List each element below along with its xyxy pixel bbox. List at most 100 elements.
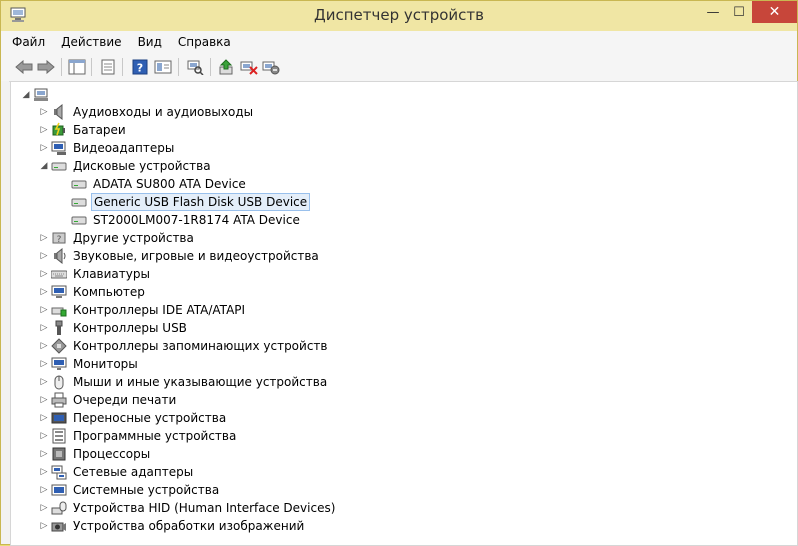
tree-item-label: Компьютер — [73, 285, 145, 299]
expand-triangle-icon[interactable]: ▷ — [39, 247, 49, 265]
left-panel-edge — [1, 81, 9, 544]
minimize-button[interactable]: — — [700, 1, 726, 23]
ide-controller-icon — [51, 302, 67, 318]
expand-triangle-icon[interactable]: ▷ — [39, 427, 49, 445]
hid-icon — [51, 500, 67, 516]
back-button[interactable] — [14, 57, 34, 77]
tree-item-keyboards[interactable]: ▷ Клавиатуры — [39, 265, 152, 283]
tree-item-computer[interactable]: ▷ Компьютер — [39, 283, 147, 301]
disk-item-usb-flash[interactable]: Generic USB Flash Disk USB Device — [69, 193, 311, 211]
close-button[interactable]: ✕ — [752, 1, 797, 23]
device-tree[interactable]: ◢ ▷ Аудиовходы и аудиовыходы ▷ Батареи ▷… — [10, 81, 798, 546]
expand-triangle-icon[interactable]: ▷ — [39, 319, 49, 337]
tree-item-label: Мыши и иные указывающие устройства — [73, 375, 328, 389]
tree-item-disk-drives[interactable]: ◢ Дисковые устройства — [39, 157, 213, 175]
tree-item-label: Клавиатуры — [73, 267, 150, 281]
disable-device-button[interactable] — [239, 57, 259, 77]
network-adapter-icon — [51, 464, 67, 480]
collapse-triangle-icon[interactable]: ◢ — [21, 86, 31, 104]
expand-triangle-icon[interactable]: ▷ — [39, 283, 49, 301]
expand-triangle-icon[interactable]: ▷ — [39, 121, 49, 139]
menu-help[interactable]: Справка — [170, 31, 239, 53]
sound-icon — [51, 248, 67, 264]
expand-triangle-icon[interactable]: ▷ — [39, 463, 49, 481]
tree-item-other-devices[interactable]: ▷ ? Другие устройства — [39, 229, 196, 247]
expand-triangle-icon[interactable]: ▷ — [39, 103, 49, 121]
update-driver-button[interactable] — [216, 57, 236, 77]
tree-item-processors[interactable]: ▷ Процессоры — [39, 445, 152, 463]
expand-triangle-icon[interactable]: ▷ — [39, 337, 49, 355]
expand-triangle-icon[interactable]: ▷ — [39, 139, 49, 157]
forward-button[interactable] — [36, 57, 56, 77]
system-device-icon — [51, 482, 67, 498]
tree-item-print-queues[interactable]: ▷ Очереди печати — [39, 391, 178, 409]
forward-icon — [37, 60, 55, 74]
tree-item-software-devices[interactable]: ▷ Программные устройства — [39, 427, 238, 445]
expand-triangle-icon[interactable]: ▷ — [39, 391, 49, 409]
other-devices-icon: ? — [51, 230, 67, 246]
menu-action[interactable]: Действие — [53, 31, 129, 53]
help-icon: ? — [132, 59, 148, 75]
tree-item-label: Сетевые адаптеры — [73, 465, 194, 479]
expand-triangle-icon[interactable]: ▷ — [39, 409, 49, 427]
expand-triangle-icon[interactable]: ▷ — [39, 499, 49, 517]
tree-item-portable-devices[interactable]: ▷ Переносные устройства — [39, 409, 228, 427]
speaker-icon — [51, 104, 67, 120]
computer-icon — [51, 284, 67, 300]
tree-item-label: Аудиовходы и аудиовыходы — [73, 105, 254, 119]
tree-item-system-devices[interactable]: ▷ Системные устройства — [39, 481, 221, 499]
tree-item-batteries[interactable]: ▷ Батареи — [39, 121, 128, 139]
tree-item-imaging[interactable]: ▷ Устройства обработки изображений — [39, 517, 306, 535]
disk-drive-icon — [51, 158, 67, 174]
tree-item-label: Процессоры — [73, 447, 151, 461]
tree-item-ide[interactable]: ▷ Контроллеры IDE ATA/ATAPI — [39, 301, 247, 319]
disk-item-adata[interactable]: ADATA SU800 ATA Device — [69, 175, 248, 193]
expand-triangle-icon[interactable]: ▷ — [39, 355, 49, 373]
toolbar-separator — [122, 58, 123, 76]
menu-view[interactable]: Вид — [130, 31, 170, 53]
battery-icon — [51, 122, 67, 138]
tree-item-network-adapters[interactable]: ▷ Сетевые адаптеры — [39, 463, 195, 481]
processor-icon — [51, 446, 67, 462]
tree-item-label: Батареи — [73, 123, 126, 137]
show-hide-tree-button[interactable] — [67, 57, 87, 77]
tree-item-sound[interactable]: ▷ Звуковые, игровые и видеоустройства — [39, 247, 321, 265]
portable-device-icon — [51, 410, 67, 426]
expand-triangle-icon[interactable]: ▷ — [39, 229, 49, 247]
tree-item-label: Устройства обработки изображений — [73, 519, 305, 533]
view-button[interactable] — [153, 57, 173, 77]
maximize-button[interactable]: ☐ — [726, 1, 752, 23]
scan-hardware-button[interactable] — [185, 57, 205, 77]
uninstall-device-button[interactable] — [261, 57, 281, 77]
expand-triangle-icon[interactable]: ▷ — [39, 265, 49, 283]
expand-triangle-icon[interactable]: ▷ — [39, 445, 49, 463]
tree-item-storage-controllers[interactable]: ▷ Контроллеры запоминающих устройств — [39, 337, 329, 355]
title-bar[interactable]: Диспетчер устройств — ☐ ✕ — [1, 1, 797, 31]
scan-hardware-icon — [187, 60, 204, 75]
tree-item-display-adapters[interactable]: ▷ Видеоадаптеры — [39, 139, 176, 157]
tree-item-hid[interactable]: ▷ Устройства HID (Human Interface Device… — [39, 499, 337, 517]
expand-triangle-icon[interactable]: ▷ — [39, 481, 49, 499]
expand-triangle-icon[interactable]: ▷ — [39, 301, 49, 319]
properties-button[interactable] — [98, 57, 118, 77]
tree-item-label: Программные устройства — [73, 429, 237, 443]
tree-root[interactable]: ◢ — [21, 86, 57, 104]
tree-item-label: Generic USB Flash Disk USB Device — [91, 193, 311, 211]
tree-item-label: Звуковые, игровые и видеоустройства — [73, 249, 319, 263]
expand-triangle-icon[interactable]: ▷ — [39, 373, 49, 391]
expand-triangle-icon[interactable]: ▷ — [39, 517, 49, 535]
disk-drive-icon — [71, 176, 87, 192]
collapse-triangle-icon[interactable]: ◢ — [39, 157, 49, 175]
tree-item-usb[interactable]: ▷ Контроллеры USB — [39, 319, 189, 337]
device-manager-window: Диспетчер устройств — ☐ ✕ Файл Действие … — [0, 0, 798, 546]
disk-item-st2000[interactable]: ST2000LM007-1R8174 ATA Device — [69, 211, 302, 229]
tree-item-label: ST2000LM007-1R8174 ATA Device — [93, 213, 300, 227]
help-button[interactable]: ? — [130, 57, 150, 77]
tree-item-label: Очереди печати — [73, 393, 177, 407]
tree-item-monitors[interactable]: ▷ Мониторы — [39, 355, 140, 373]
tree-item-mice[interactable]: ▷ Мыши и иные указывающие устройства — [39, 373, 329, 391]
tree-item-audio-io[interactable]: ▷ Аудиовходы и аудиовыходы — [39, 103, 255, 121]
menu-file[interactable]: Файл — [1, 31, 53, 53]
toolbar: ? — [1, 53, 797, 82]
update-driver-icon — [219, 59, 233, 75]
